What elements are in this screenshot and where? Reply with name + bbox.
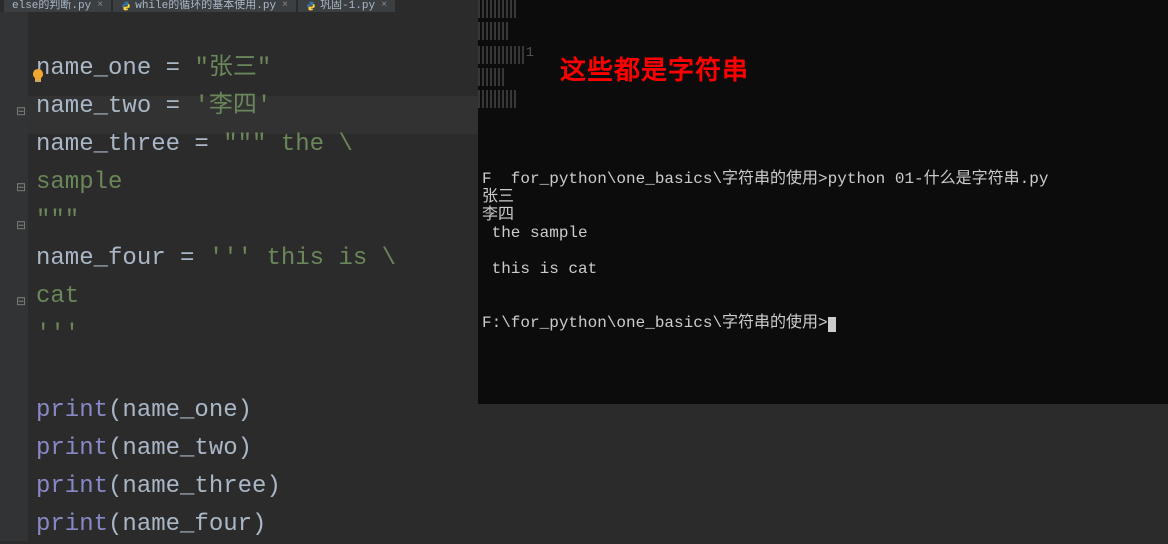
fn-call: print [36,473,108,500]
code-text: name_two = [36,93,194,120]
terminal-line: F for_python\one_basics\字符串的使用>python 01… [482,170,1048,188]
code-text: name_one = [36,55,194,82]
terminal-line: this is cat [482,260,597,278]
fn-call: print [36,435,108,462]
editor-gutter: ⊟ ⊟ ⊟ ⊟ [0,12,28,541]
editor-tabs: else的判断.py × while的循环的基本使用.py × 巩固-1.py … [0,0,395,12]
code-text: name_four = [36,245,209,272]
terminal-cursor [828,317,836,332]
string-literal: '李四' [194,93,271,120]
fold-handle-icon[interactable]: ⊟ [16,104,26,119]
fn-call: print [36,397,108,424]
artifact-number: 1 [526,44,534,62]
string-literal: """ the \ [223,131,353,158]
file-label: else的判断.py [12,1,91,11]
close-icon[interactable]: × [381,1,387,11]
file-label: while的循环的基本使用.py [135,1,276,11]
code-text: (name_three) [108,473,281,500]
tab-else[interactable]: else的判断.py × [4,0,111,12]
lightbulb-icon[interactable] [30,68,46,84]
close-icon[interactable]: × [97,1,103,11]
close-icon[interactable]: × [282,1,288,11]
string-literal: "张三" [194,55,271,82]
string-literal: ''' [36,321,79,348]
code-editor[interactable]: name_one = "张三" name_two = '李四' name_thr… [0,12,478,541]
terminal-prompt: F:\for_python\one_basics\字符串的使用> [482,314,828,332]
code-text: name_three = [36,131,223,158]
fn-call: print [36,511,108,538]
string-literal: """ [36,207,79,234]
terminal-line: 李四 [482,206,514,224]
tab-while[interactable]: while的循环的基本使用.py × [113,0,296,12]
code-text: (name_one) [108,397,252,424]
fold-handle-icon[interactable]: ⊟ [16,180,26,195]
fold-handle-icon[interactable]: ⊟ [16,218,26,233]
string-literal: ''' this is \ [209,245,396,272]
python-icon [121,1,131,11]
python-icon [306,1,316,11]
fold-handle-icon[interactable]: ⊟ [16,294,26,309]
string-literal: sample [36,169,122,196]
code-content: name_one = "张三" name_two = '李四' name_thr… [36,12,396,544]
terminal-artifact: 1 [478,0,528,112]
tab-gonggu[interactable]: 巩固-1.py × [298,0,395,12]
file-label: 巩固-1.py [320,1,375,11]
terminal-output: F for_python\one_basics\字符串的使用>python 01… [482,152,1048,332]
terminal-line: 张三 [482,188,514,206]
terminal-line: the sample [482,224,588,242]
code-text: (name_two) [108,435,252,462]
code-text: (name_four) [108,511,266,538]
annotation-overlay: 这些都是字符串 [560,50,749,87]
string-literal: cat [36,283,79,310]
